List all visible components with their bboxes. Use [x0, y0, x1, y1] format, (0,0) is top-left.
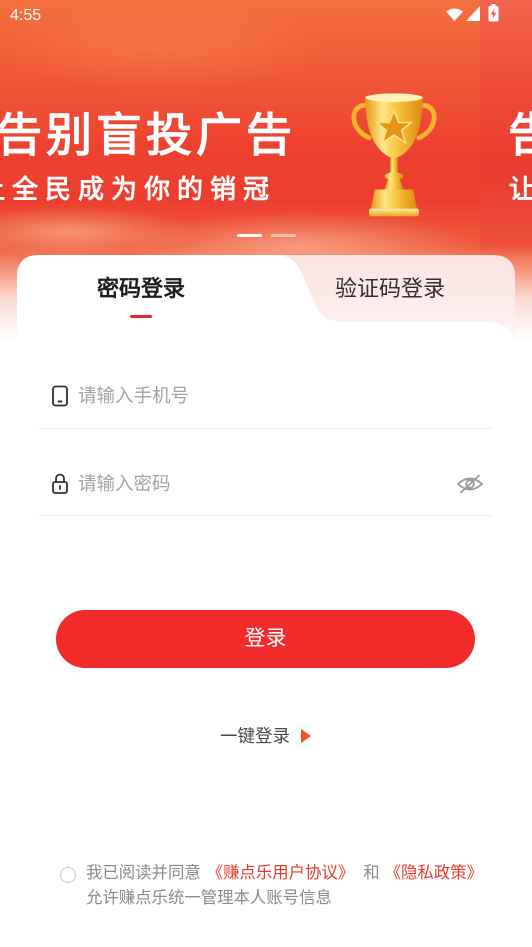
carousel-indicator[interactable]	[271, 234, 296, 237]
cellular-signal-icon	[466, 6, 480, 21]
agreement-conjunction: 和	[363, 864, 380, 882]
mobile-phone-icon	[52, 385, 68, 407]
agreement-prefix: 我已阅读并同意	[86, 864, 201, 882]
wifi-icon	[446, 8, 463, 21]
status-time: 4:55	[10, 7, 42, 24]
lock-icon	[52, 473, 68, 494]
battery-charging-icon	[488, 4, 499, 22]
trophy-base	[371, 189, 417, 209]
divider	[38, 515, 492, 516]
trophy-knob	[384, 172, 404, 180]
carousel-indicator-active[interactable]	[237, 234, 262, 237]
trophy-illustration	[351, 93, 437, 217]
agreement-note: 允许赚点乐统一管理本人账号信息	[86, 889, 332, 907]
login-button[interactable]: 登录	[56, 610, 475, 668]
banner-subline: 让全民成为你的销冠	[0, 174, 277, 204]
play-arrow-icon	[301, 729, 311, 743]
trophy-plinth	[369, 208, 419, 217]
trophy-neck	[384, 179, 404, 190]
banner-next-subline: 让	[509, 174, 532, 204]
privacy-policy-link[interactable]: 《隐私政策》	[385, 864, 483, 882]
eye-off-icon[interactable]	[456, 473, 484, 495]
login-card-background	[17, 255, 515, 360]
agreement-checkbox[interactable]	[60, 867, 76, 883]
trophy-rim	[365, 93, 423, 102]
phone-number-input[interactable]	[78, 379, 448, 413]
banner-next-headline: 告	[508, 108, 532, 162]
active-tab-indicator	[130, 315, 152, 318]
agreement-text: 我已阅读并同意 《赚点乐用户协议》和《隐私政策》	[86, 861, 483, 886]
banner-headline: 告别盲投广告	[0, 109, 296, 161]
user-agreement-link[interactable]: 《赚点乐用户协议》	[207, 864, 355, 882]
login-screen: 告别盲投广告 让全民成为你的销冠 告 让	[0, 0, 532, 947]
divider	[38, 428, 492, 429]
one-tap-login-label: 一键登录	[220, 726, 290, 746]
tab-password-login[interactable]: 密码登录	[40, 274, 242, 304]
one-tap-login-link[interactable]: 一键登录	[218, 724, 318, 748]
tab-sms-code-login[interactable]: 验证码登录	[290, 274, 490, 304]
password-input[interactable]	[78, 467, 448, 501]
